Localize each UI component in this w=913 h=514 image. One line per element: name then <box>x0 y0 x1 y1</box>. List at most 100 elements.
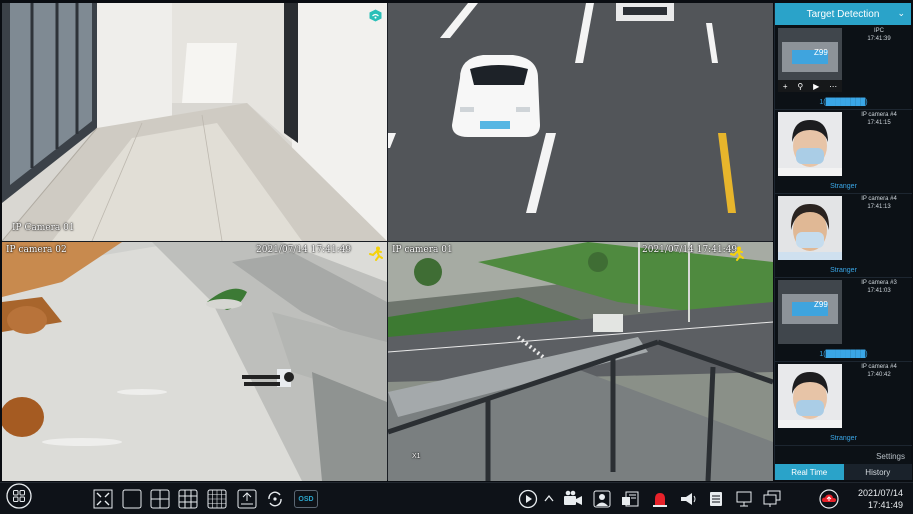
snapshot-button[interactable] <box>620 489 640 509</box>
event-thumbnail[interactable]: Z99 + ⚲ ▶ ⋯ <box>778 28 842 92</box>
event-item[interactable]: IP camera #4 17:40:42 Stranger <box>775 362 912 446</box>
event-time: 17:41:13 <box>867 204 891 210</box>
osd-toggle-button[interactable]: OSD <box>294 490 318 508</box>
face-snapshot <box>778 112 842 176</box>
face-search-button[interactable] <box>592 489 612 509</box>
play-circle-icon <box>518 489 538 509</box>
layout-16-button[interactable] <box>207 489 227 509</box>
clock-date: 2021/07/14 <box>857 488 903 498</box>
playback-button[interactable] <box>518 489 538 509</box>
street-scene <box>388 242 773 481</box>
lobby-scene <box>2 242 387 481</box>
camera-name-osd: IP camera 02 <box>6 245 67 255</box>
play-icon[interactable]: ▶ <box>813 82 819 91</box>
corridor-scene <box>2 3 387 241</box>
plate-text: Z99 <box>814 300 828 309</box>
camera-view-4[interactable]: IP camera 01 2021/07/14 17:41:49 X1 <box>388 242 773 481</box>
face-snapshot <box>778 196 842 260</box>
preview-mode-button[interactable] <box>762 489 782 509</box>
start-menu-button[interactable] <box>6 483 32 509</box>
layout-sixteen-icon <box>207 489 227 509</box>
camera-view-3[interactable]: IP camera 02 2021/07/14 17:41:49 <box>2 242 387 481</box>
event-camera: IP camera #4 <box>861 112 897 118</box>
fullscreen-button[interactable] <box>93 489 113 509</box>
thumbnail-toolbar: + ⚲ ▶ ⋯ <box>778 80 842 92</box>
cycle-icon <box>268 491 282 507</box>
layout-nine-icon <box>178 489 198 509</box>
chevron-down-icon: ⌄ <box>897 8 905 18</box>
network-monitor-icon <box>736 491 752 507</box>
camera-name-osd: IP camera 01 <box>392 245 453 255</box>
camera-view-1[interactable]: IP Camera 01 <box>2 3 387 241</box>
face-snapshot <box>778 364 842 428</box>
event-label: Stranger <box>830 435 857 442</box>
snapshot-list-icon <box>622 491 639 507</box>
camera-view-2[interactable] <box>388 3 773 241</box>
event-thumbnail[interactable]: Z99 <box>778 280 842 344</box>
face-recognition-icon <box>593 490 611 508</box>
add-icon[interactable]: + <box>783 82 788 91</box>
record-button[interactable] <box>562 489 584 509</box>
event-camera: IPC <box>873 28 884 34</box>
layout-9-button[interactable] <box>178 489 198 509</box>
start-menu-icon <box>6 483 32 509</box>
event-item[interactable]: IP camera #4 17:41:15 Stranger <box>775 110 912 194</box>
alarm-light-icon <box>653 493 667 507</box>
event-time: 17:41:15 <box>867 120 891 126</box>
more-icon[interactable]: ⋯ <box>829 82 837 91</box>
camera-timestamp-osd: 2021/07/14 17:41:49 <box>642 245 738 255</box>
alarm-button[interactable] <box>650 489 670 509</box>
megaphone-icon <box>681 493 696 505</box>
layout-quad-icon <box>150 489 170 509</box>
layout-single-icon <box>122 489 142 509</box>
panel-tabs: Real Time History <box>775 464 912 480</box>
event-item[interactable]: Z99 IP camera #3 17:41:03 1(████████) <box>775 278 912 362</box>
target-detection-panel: Target Detection ⌄ Z99 + ⚲ ▶ ⋯ IPC 17:41… <box>774 3 912 480</box>
event-time: 17:41:03 <box>867 288 891 294</box>
event-thumbnail[interactable] <box>778 112 842 176</box>
event-thumbnail[interactable] <box>778 196 842 260</box>
panel-header-dropdown[interactable]: Target Detection ⌄ <box>775 3 911 25</box>
settings-link[interactable]: Settings <box>876 452 905 461</box>
search-icon[interactable]: ⚲ <box>797 82 803 91</box>
tab-real-time[interactable]: Real Time <box>775 464 844 480</box>
system-clock: 2021/07/14 17:41:49 <box>858 487 903 511</box>
motion-detected-icon <box>368 246 384 267</box>
plate-text: Z99 <box>814 48 828 57</box>
panel-title: Target Detection <box>806 8 880 20</box>
event-label: 1(████████) <box>819 351 868 358</box>
event-label: 1(████████) <box>819 99 868 106</box>
event-item[interactable]: Z99 + ⚲ ▶ ⋯ IPC 17:41:39 1(████████) <box>775 26 912 110</box>
monitor-stack-icon <box>763 490 781 507</box>
sequence-button[interactable] <box>237 489 257 509</box>
expand-toolbar-button[interactable] <box>543 489 555 509</box>
event-label: Stranger <box>830 267 857 274</box>
camera-grid: IP Camera 01 IP camera 02 2021/07/14 17:… <box>2 3 773 481</box>
network-status-button[interactable] <box>734 489 754 509</box>
nvr-screen: IP Camera 01 IP camera 02 2021/07/14 17:… <box>0 0 913 514</box>
view-cycle-button[interactable] <box>265 489 285 509</box>
event-list[interactable]: Z99 + ⚲ ▶ ⋯ IPC 17:41:39 1(████████) IP … <box>775 26 912 451</box>
audio-broadcast-button[interactable] <box>678 489 698 509</box>
white-car <box>452 55 540 137</box>
event-item[interactable]: IP camera #4 17:41:13 Stranger <box>775 194 912 278</box>
cloud-upgrade-button[interactable] <box>818 489 840 509</box>
network-status-icon <box>369 9 382 27</box>
license-plate-snapshot <box>778 280 842 344</box>
zoom-level-osd: X1 <box>412 453 421 460</box>
motion-detected-icon <box>729 246 745 267</box>
video-camera-icon <box>564 490 582 505</box>
fullscreen-icon <box>93 489 113 509</box>
event-camera: IP camera #4 <box>861 364 897 370</box>
cloud-upload-icon <box>819 489 839 509</box>
layout-4-button[interactable] <box>150 489 170 509</box>
camera-timestamp-osd: 2021/07/14 17:41:49 <box>256 245 352 255</box>
camera-name-osd: IP Camera 01 <box>12 223 75 233</box>
tab-history[interactable]: History <box>843 464 912 480</box>
storage-icon <box>710 492 722 506</box>
disk-status-button[interactable] <box>706 489 726 509</box>
layout-1-button[interactable] <box>122 489 142 509</box>
event-time: 17:40:42 <box>867 372 891 378</box>
chevron-up-icon <box>544 494 554 502</box>
event-thumbnail[interactable] <box>778 364 842 428</box>
